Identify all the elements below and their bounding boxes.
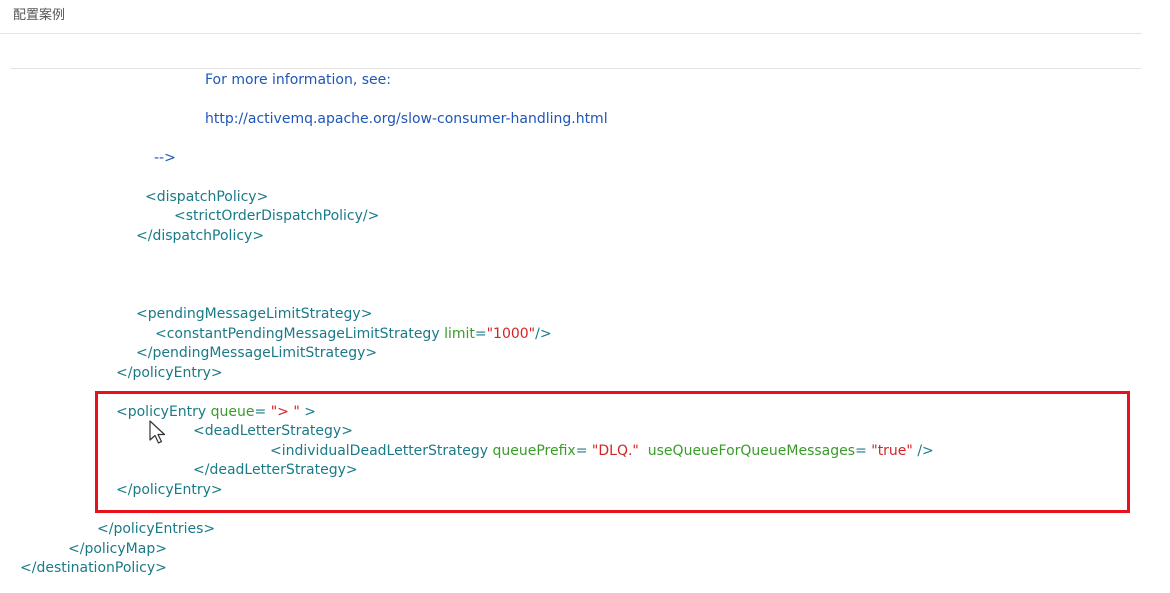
constant-pending-tag: <constantPendingMessageLimitStrategy — [155, 326, 440, 342]
comment-url-line: http://activemq.apache.org/slow-consumer… — [205, 111, 608, 127]
policy-map-close: </policyMap> — [68, 541, 167, 557]
pending-limit-open: <pendingMessageLimitStrategy> — [136, 306, 373, 322]
limit-equals: = — [474, 326, 487, 342]
comment-line: For more information, see: — [205, 72, 391, 88]
constant-pending-close: /> — [535, 326, 552, 342]
highlight-box — [95, 391, 1130, 513]
policy-entries-close: </policyEntries> — [97, 521, 216, 537]
comment-end-line: --> — [154, 150, 176, 166]
destination-policy-close: </destinationPolicy> — [20, 560, 167, 576]
limit-value: "1000" — [486, 326, 536, 342]
mouse-pointer-icon — [149, 420, 166, 444]
dispatch-policy-open: <dispatchPolicy> — [145, 189, 269, 205]
pending-limit-close: </pendingMessageLimitStrategy> — [136, 345, 378, 361]
strict-order-dispatch-policy: <strictOrderDispatchPolicy/> — [174, 208, 380, 224]
policy-entry-close-1: </policyEntry> — [116, 365, 223, 381]
limit-attribute: limit — [444, 326, 475, 342]
constant-pending-line: <constantPendingMessageLimitStrategy lim… — [155, 325, 552, 343]
dispatch-policy-close: </dispatchPolicy> — [136, 228, 265, 244]
